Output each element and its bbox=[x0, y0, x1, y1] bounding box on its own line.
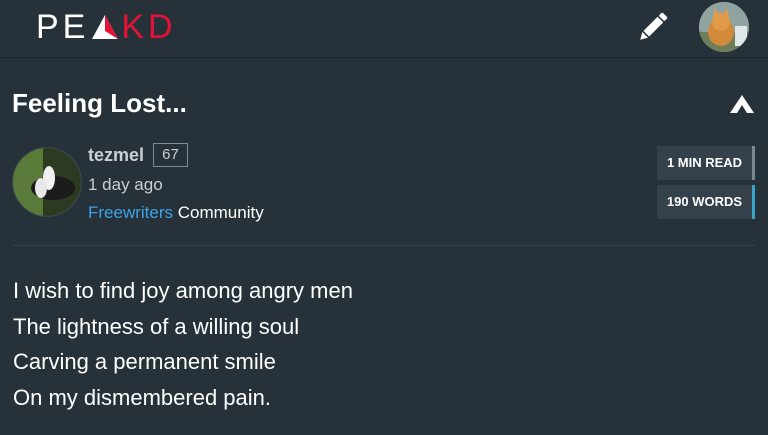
word-count-badge: 190 WORDS bbox=[657, 185, 755, 219]
body-line: Carving a permanent smile bbox=[13, 349, 276, 374]
author-name[interactable]: tezmel bbox=[88, 143, 144, 167]
logo-triangle-icon bbox=[92, 15, 119, 39]
body-line: On my dismembered pain. bbox=[13, 384, 271, 410]
community-line: Freewriters Community bbox=[88, 201, 264, 225]
post-title: Feeling Lost... bbox=[12, 88, 187, 118]
community-label: Community bbox=[173, 203, 264, 222]
post-body: I wish to find joy among angry men The l… bbox=[13, 273, 353, 415]
collapse-button[interactable] bbox=[729, 93, 755, 115]
body-line: The lightness of a willing soul bbox=[13, 313, 300, 339]
cat-avatar-image bbox=[699, 2, 749, 52]
logo-text-right: KD bbox=[121, 8, 177, 46]
author-avatar[interactable] bbox=[12, 147, 82, 217]
peakd-logo[interactable]: PE KD bbox=[36, 9, 177, 45]
edit-button[interactable] bbox=[634, 8, 672, 46]
community-link[interactable]: Freewriters bbox=[88, 203, 173, 222]
chevron-up-icon bbox=[730, 95, 754, 113]
body-line: I wish to find joy among angry men bbox=[13, 278, 353, 303]
read-time-badge: 1 MIN READ bbox=[657, 146, 755, 180]
author-avatar-image bbox=[13, 148, 81, 216]
pencil-icon bbox=[640, 12, 668, 40]
reputation-badge: 67 bbox=[153, 143, 188, 167]
divider bbox=[12, 245, 756, 246]
logo-text-left: PE bbox=[36, 8, 90, 46]
user-avatar[interactable] bbox=[699, 2, 749, 52]
top-navbar: PE KD bbox=[0, 0, 768, 58]
post-timestamp: 1 day ago bbox=[88, 175, 163, 194]
